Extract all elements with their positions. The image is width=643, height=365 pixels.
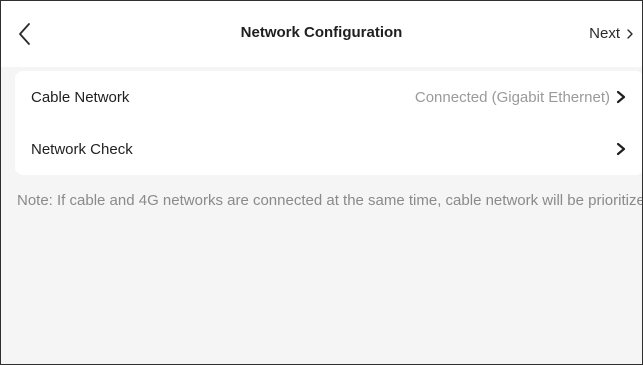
cable-network-row[interactable]: Cable Network Connected (Gigabit Etherne… xyxy=(15,71,642,123)
network-check-label: Network Check xyxy=(31,141,133,158)
network-check-row[interactable]: Network Check xyxy=(15,123,642,175)
back-chevron-icon xyxy=(19,23,30,45)
chevron-right-icon xyxy=(627,28,633,39)
back-button[interactable] xyxy=(15,21,37,47)
cable-network-label: Cable Network xyxy=(31,89,130,106)
next-button[interactable]: Next xyxy=(589,25,634,42)
cable-network-status: Connected (Gigabit Ethernet) xyxy=(414,89,610,106)
next-button-label: Next xyxy=(589,25,620,42)
top-bar: Network Configuration Next xyxy=(1,1,642,67)
page-title: Network Configuration xyxy=(240,24,403,41)
chevron-right-icon xyxy=(616,142,626,156)
priority-note: Note: If cable and 4G networks are conne… xyxy=(17,192,643,209)
settings-card: Cable Network Connected (Gigabit Etherne… xyxy=(15,71,642,175)
app-window: Network Configuration Next Cable Network… xyxy=(0,0,643,365)
chevron-right-icon xyxy=(616,90,626,104)
